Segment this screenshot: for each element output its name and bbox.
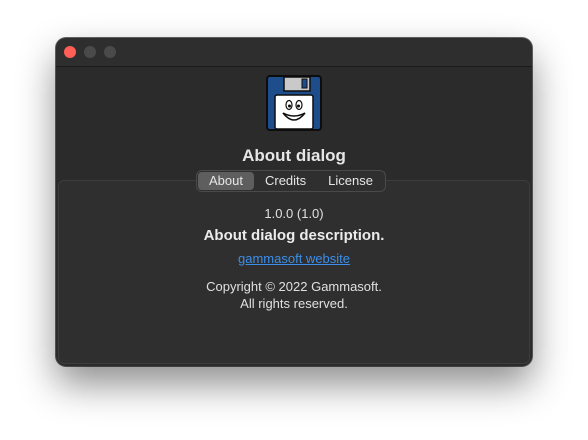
minimize-button[interactable] [84,46,96,58]
website-link[interactable]: gammasoft website [56,251,532,266]
close-button[interactable] [64,46,76,58]
tab-license[interactable]: License [317,172,384,190]
description-label: About dialog description. [203,227,385,244]
rights-line: All rights reserved. [240,296,348,311]
zoom-button[interactable] [104,46,116,58]
tab-bar: About Credits License [196,170,386,192]
version-label: 1.0.0 (1.0) [264,206,324,221]
copyright-text: Copyright © 2022 Gammasoft. All rights r… [56,278,532,312]
copyright-line: Copyright © 2022 Gammasoft. [206,279,382,294]
floppy-disk-smiley-icon [266,75,322,131]
about-window: About dialog About Credits License 1.0.0… [56,38,532,366]
app-title: About dialog [242,146,346,165]
title-bar [56,38,532,67]
tab-credits[interactable]: Credits [254,172,317,190]
tab-about[interactable]: About [198,172,254,190]
